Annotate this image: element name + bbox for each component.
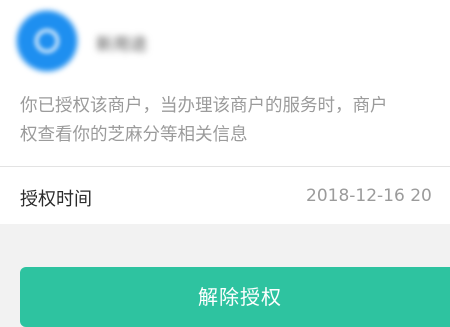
logo-mark [35, 29, 59, 53]
auth-time-label: 授权时间 [20, 189, 92, 210]
auth-time-row: 授权时间 2018-12-16 20 [0, 167, 450, 224]
authorization-notice: 你已授权该商户，当办理该商户的服务时，商户 权查看你的芝麻分等相关信息 [20, 96, 388, 145]
authorization-card: 新用途 你已授权该商户，当办理该商户的服务时，商户 权查看你的芝麻分等相关信息 … [0, 0, 450, 224]
revoke-button-label: 解除授权 [198, 285, 282, 309]
merchant-name: 新用途 [96, 35, 147, 55]
revoke-authorization-button[interactable]: 解除授权 [20, 267, 450, 327]
merchant-header: 新用途 [0, 0, 450, 88]
auth-time-value: 2018-12-16 20 [306, 186, 432, 206]
merchant-logo-icon [18, 12, 76, 70]
